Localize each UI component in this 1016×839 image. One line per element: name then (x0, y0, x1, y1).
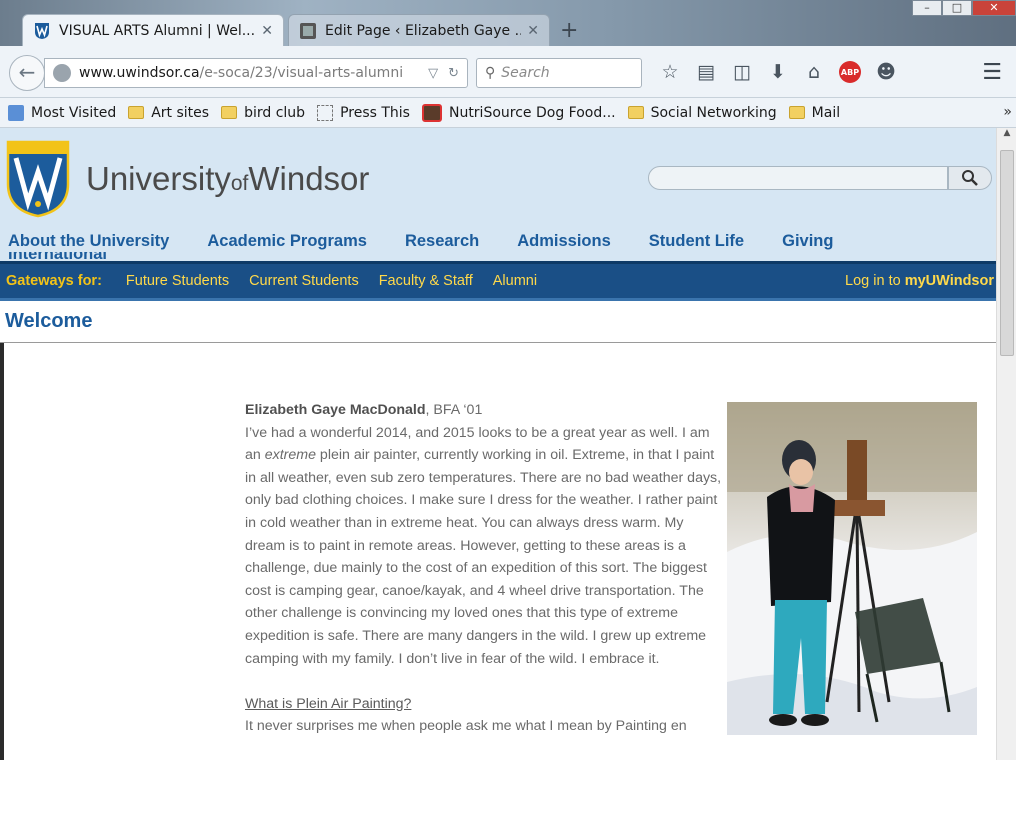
site-search-button[interactable] (948, 166, 992, 190)
blank-area (0, 760, 1016, 839)
wordpress-favicon-icon (300, 23, 316, 39)
login-link[interactable]: Log in to myUWindsor (845, 273, 994, 289)
reading-list-icon[interactable]: ▤ (692, 58, 720, 86)
pocket-icon[interactable]: ◫ (728, 58, 756, 86)
bookmark-label: bird club (244, 104, 306, 121)
bookmark-label: Art sites (151, 104, 210, 121)
bookmark-label: Social Networking (650, 104, 777, 121)
bookmark-social-networking[interactable]: Social Networking (627, 104, 777, 121)
nav-about-the-university[interactable]: About the University (8, 232, 169, 251)
gateway-current-students[interactable]: Current Students (249, 273, 359, 289)
scroll-thumb[interactable] (1000, 150, 1014, 356)
navigation-toolbar: ← www.uwindsor.ca/e-soca/23/visual-arts-… (0, 46, 1016, 98)
minimize-button[interactable]: – (912, 0, 942, 16)
most-visited-icon (8, 104, 24, 121)
login-prefix: Log in to (845, 273, 905, 289)
reload-icon[interactable]: ↻ (448, 66, 459, 81)
window-controls: – □ ✕ (912, 0, 1016, 16)
author-name: Elizabeth Gaye MacDonald (245, 402, 426, 418)
tab-edit-page[interactable]: Edit Page ‹ Elizabeth Gaye ... ✕ (288, 14, 550, 47)
back-arrow-icon[interactable]: ← (9, 55, 45, 91)
tab-title: Edit Page ‹ Elizabeth Gaye ... (325, 23, 522, 39)
article-body: Elizabeth Gaye MacDonald, BFA ‘01 I’ve h… (245, 399, 725, 738)
vertical-scrollbar[interactable]: ▲ (996, 128, 1016, 760)
url-path: /e-soca/23/visual-arts-alumni (199, 65, 404, 81)
intro-emphasis: extreme (264, 447, 316, 464)
bookmark-label: Most Visited (31, 104, 117, 121)
logo-of: of (230, 172, 249, 195)
gateway-faculty-staff[interactable]: Faculty & Staff (379, 273, 473, 289)
folder-icon (128, 106, 145, 119)
bookmark-mail[interactable]: Mail (788, 104, 841, 121)
bookmarks-overflow-icon[interactable]: » (1003, 104, 1012, 120)
tab-close-icon[interactable]: ✕ (527, 23, 539, 39)
main-navigation: About the University Academic Programs R… (8, 232, 871, 251)
search-input[interactable]: ⚲ Search (476, 58, 642, 88)
adblock-plus-button[interactable]: ABP (836, 58, 864, 86)
dropdown-arrow-icon[interactable]: ▽ (428, 66, 438, 81)
nav-international-clipped[interactable]: International (8, 252, 107, 261)
magnifier-icon (962, 170, 978, 186)
author-degree: , BFA ‘01 (425, 402, 483, 418)
logo-windsor: Windsor (248, 160, 370, 197)
nav-academic-programs[interactable]: Academic Programs (207, 232, 367, 251)
gateways-label: Gateways for: (6, 273, 102, 289)
gateway-future-students[interactable]: Future Students (126, 273, 229, 289)
site-header: UniversityofWindsor About the University… (0, 128, 996, 261)
folder-icon (627, 106, 644, 119)
subheading-plein-air: What is Plein Air Painting? (245, 695, 412, 712)
press-this-icon (317, 104, 334, 121)
login-brand: myUWindsor (904, 273, 994, 289)
dog-icon (421, 103, 442, 122)
intro-text-b: plein air painter, currently working in … (245, 447, 722, 667)
bookmark-most-visited[interactable]: Most Visited (8, 104, 117, 121)
gateways-bar: Gateways for: Future Students Current St… (0, 261, 996, 301)
chat-icon[interactable]: ☻ (872, 58, 900, 86)
logo-university: University (86, 160, 231, 197)
uwindsor-crest-icon[interactable] (6, 140, 70, 218)
nav-admissions[interactable]: Admissions (517, 232, 611, 251)
folder-icon (221, 106, 238, 119)
artist-painting-in-snow-photo (727, 402, 977, 735)
intro-paragraph: I’ve had a wonderful 2014, and 2015 look… (245, 422, 725, 671)
url-host: www.uwindsor.ca (79, 65, 200, 81)
bookmark-label: NutriSource Dog Food... (448, 104, 616, 121)
site-logo-text[interactable]: UniversityofWindsor (86, 160, 369, 198)
tab-close-icon[interactable]: ✕ (261, 23, 273, 39)
home-icon[interactable]: ⌂ (800, 58, 828, 86)
close-window-button[interactable]: ✕ (972, 0, 1016, 16)
new-tab-icon[interactable]: + (560, 18, 578, 43)
nav-giving[interactable]: Giving (782, 232, 833, 251)
scroll-up-arrow-icon[interactable]: ▲ (997, 128, 1016, 144)
search-placeholder: Search (501, 65, 550, 81)
next-paragraph: It never surprises me when people ask me… (245, 718, 687, 735)
bookmark-bird-club[interactable]: bird club (221, 105, 305, 121)
download-icon[interactable]: ⬇ (764, 58, 792, 86)
author-line: Elizabeth Gaye MacDonald, BFA ‘01 (245, 399, 725, 422)
adblock-plus-icon: ABP (839, 61, 861, 83)
uwindsor-favicon-icon (35, 23, 49, 39)
search-icon: ⚲ (485, 65, 496, 81)
globe-icon (53, 64, 71, 82)
bookmark-label: Mail (811, 104, 841, 121)
page-viewport: UniversityofWindsor About the University… (0, 128, 996, 760)
tab-title: VISUAL ARTS Alumni | Wel... (59, 23, 256, 39)
tab-visual-arts-alumni[interactable]: VISUAL ARTS Alumni | Wel... ✕ (22, 14, 284, 47)
folder-icon (788, 106, 805, 119)
bookmark-art-sites[interactable]: Art sites (128, 105, 209, 121)
bookmark-label: Press This (340, 104, 410, 121)
left-edge-strip (0, 343, 4, 760)
site-search-input[interactable] (648, 166, 948, 190)
nav-research[interactable]: Research (405, 232, 479, 251)
page-title: Welcome (0, 301, 996, 343)
bookmarks-toolbar: Most Visited Art sites bird club Press T… (0, 98, 1016, 128)
nav-student-life[interactable]: Student Life (649, 232, 744, 251)
url-bar[interactable]: www.uwindsor.ca/e-soca/23/visual-arts-al… (44, 58, 468, 88)
hamburger-menu-icon[interactable]: ☰ (982, 60, 1002, 85)
maximize-button[interactable]: □ (942, 0, 972, 16)
bookmark-press-this[interactable]: Press This (317, 104, 410, 121)
gateway-alumni[interactable]: Alumni (493, 273, 537, 289)
bookmark-star-icon[interactable]: ☆ (656, 58, 684, 86)
bookmark-nutrisource[interactable]: NutriSource Dog Food... (421, 103, 616, 122)
